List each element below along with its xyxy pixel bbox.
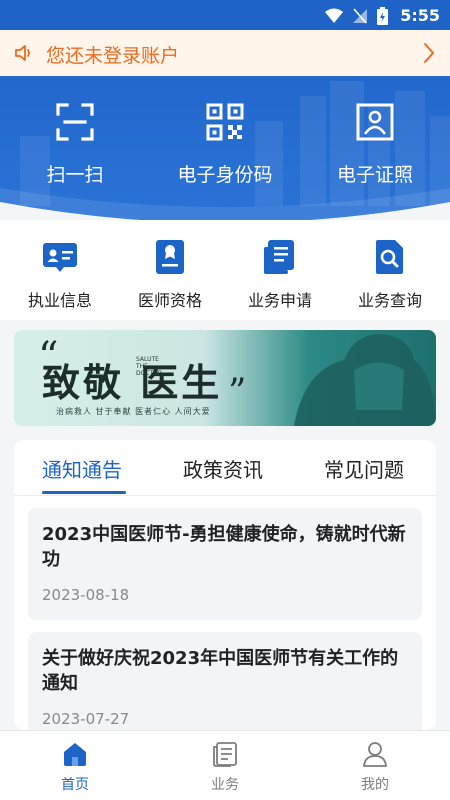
hero-panel: 扫一扫 电子身份码 电子证照 — [0, 76, 450, 220]
news-tabs: 通知通告 政策资讯 常见问题 — [14, 440, 436, 496]
electronic-certificate-button[interactable]: 电子证照 — [300, 102, 450, 187]
banner-salute-text: SALUTE THE DOCTOR — [136, 356, 163, 377]
banner-headline: 致敬 医生 — [42, 360, 223, 405]
certificate-badge-icon — [156, 240, 184, 274]
document-search-icon — [376, 240, 403, 274]
profile-icon — [363, 742, 387, 767]
login-notice-text: 您还未登录账户 — [46, 45, 180, 67]
speaker-icon — [15, 45, 30, 61]
nav-profile[interactable]: 我的 — [300, 741, 450, 794]
status-bar: 5:55 — [0, 0, 450, 30]
chevron-right-icon — [424, 43, 434, 63]
qr-code-icon — [206, 103, 244, 141]
quick-actions-panel: 执业信息 医师资格 业务申请 业务查询 — [0, 220, 450, 320]
business-query-button[interactable]: 业务查询 — [334, 232, 446, 311]
news-item-title: 关于做好庆祝2023年中国医师节有关工作的通知 — [42, 648, 399, 694]
business-query-label: 业务查询 — [357, 291, 422, 310]
tab-notices[interactable]: 通知通告 — [42, 454, 122, 483]
news-item-title: 2023中国医师节-勇担健康使命，铸就时代新功 — [42, 524, 406, 570]
close-quote-mark: ” — [228, 372, 247, 413]
news-item-date: 2023-07-27 — [42, 710, 130, 728]
business-application-button[interactable]: 业务申请 — [224, 232, 336, 311]
physician-qualification-button[interactable]: 医师资格 — [114, 232, 226, 311]
active-tab-indicator — [42, 491, 126, 494]
doctor-figure-illustration — [294, 334, 436, 426]
document-list-icon — [264, 240, 294, 274]
id-card-icon — [43, 243, 77, 272]
nav-home[interactable]: 首页 — [0, 741, 150, 794]
news-panel: 通知通告 政策资讯 常见问题 2023中国医师节-勇担健康使命，铸就时代新功 2… — [14, 440, 436, 730]
business-application-label: 业务申请 — [247, 291, 312, 310]
battery-icon — [377, 7, 388, 25]
news-item-date: 2023-08-18 — [42, 586, 130, 604]
scan-button[interactable]: 扫一扫 — [0, 102, 150, 187]
news-item[interactable]: 关于做好庆祝2023年中国医师节有关工作的通知 2023-07-27 — [28, 632, 422, 730]
signal-icon — [353, 8, 367, 24]
practice-info-label: 执业信息 — [27, 291, 92, 310]
login-notice-bar[interactable]: 您还未登录账户 — [0, 30, 450, 76]
bottom-navigation: 首页 业务 我的 — [0, 730, 450, 800]
nav-business-label: 业务 — [211, 777, 239, 793]
scan-label: 扫一扫 — [46, 164, 104, 186]
practice-info-button[interactable]: 执业信息 — [4, 232, 116, 311]
electronic-id-code-label: 电子身份码 — [177, 164, 273, 186]
wifi-icon — [325, 8, 343, 23]
tab-policy-news[interactable]: 政策资讯 — [183, 454, 263, 483]
status-time: 5:55 — [400, 6, 440, 25]
nav-home-label: 首页 — [61, 777, 89, 793]
tab-faq[interactable]: 常见问题 — [324, 454, 404, 483]
business-icon — [213, 742, 237, 767]
home-icon — [64, 743, 86, 766]
scan-icon — [56, 103, 94, 141]
physician-qualification-label: 医师资格 — [137, 291, 202, 310]
nav-business[interactable]: 业务 — [150, 741, 300, 794]
electronic-id-code-button[interactable]: 电子身份码 — [150, 102, 300, 187]
banner-subtitle: 治病救人 甘于奉献 医者仁心 人间大爱 — [56, 407, 211, 416]
status-icons — [325, 7, 388, 25]
nav-profile-label: 我的 — [361, 777, 389, 793]
salute-doctor-banner[interactable]: “ 致敬 医生 ” SALUTE THE DOCTOR 治病救人 甘于奉献 医者… — [14, 330, 436, 426]
certificate-icon — [356, 103, 394, 141]
electronic-certificate-label: 电子证照 — [336, 164, 413, 186]
news-item[interactable]: 2023中国医师节-勇担健康使命，铸就时代新功 2023-08-18 — [28, 508, 422, 620]
